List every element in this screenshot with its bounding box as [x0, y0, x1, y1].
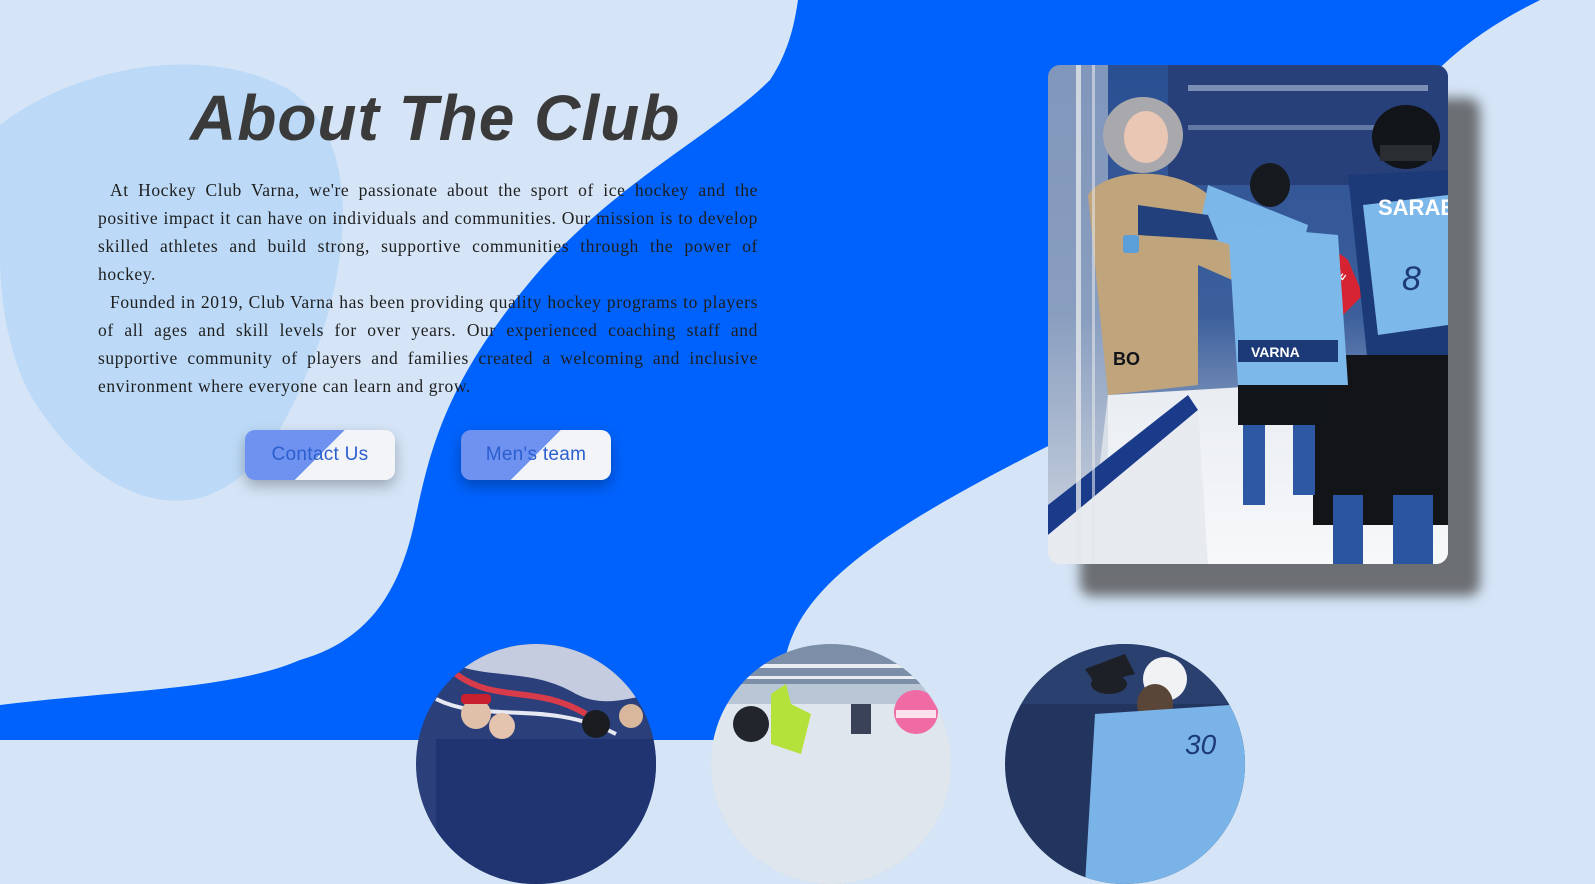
- gallery-photo-2[interactable]: [711, 644, 951, 884]
- description-paragraph-2: Founded in 2019, Club Varna has been pro…: [98, 292, 758, 396]
- team-wordmark-text: VARNA: [1251, 344, 1300, 360]
- team-photo: HOUSE SARABI 8 VARNA BO: [1048, 65, 1448, 564]
- gallery-photo-3[interactable]: 30: [1005, 644, 1245, 884]
- contact-us-button[interactable]: Contact Us: [245, 430, 395, 480]
- club-description: At Hockey Club Varna, we're passionate a…: [98, 176, 758, 400]
- page-title: About The Club: [190, 82, 681, 154]
- description-paragraph-1: At Hockey Club Varna, we're passionate a…: [98, 180, 758, 284]
- gallery-jersey-number: 30: [1185, 729, 1217, 760]
- mens-team-button[interactable]: Men's team: [461, 430, 611, 480]
- jersey-number-text: 8: [1402, 260, 1421, 298]
- jersey-name-text: SARABI: [1378, 195, 1448, 220]
- gallery-photo-1[interactable]: [416, 644, 656, 884]
- contact-us-label: Contact Us: [271, 444, 369, 465]
- bench-player-text: BO: [1113, 349, 1140, 369]
- mens-team-label: Men's team: [485, 444, 587, 465]
